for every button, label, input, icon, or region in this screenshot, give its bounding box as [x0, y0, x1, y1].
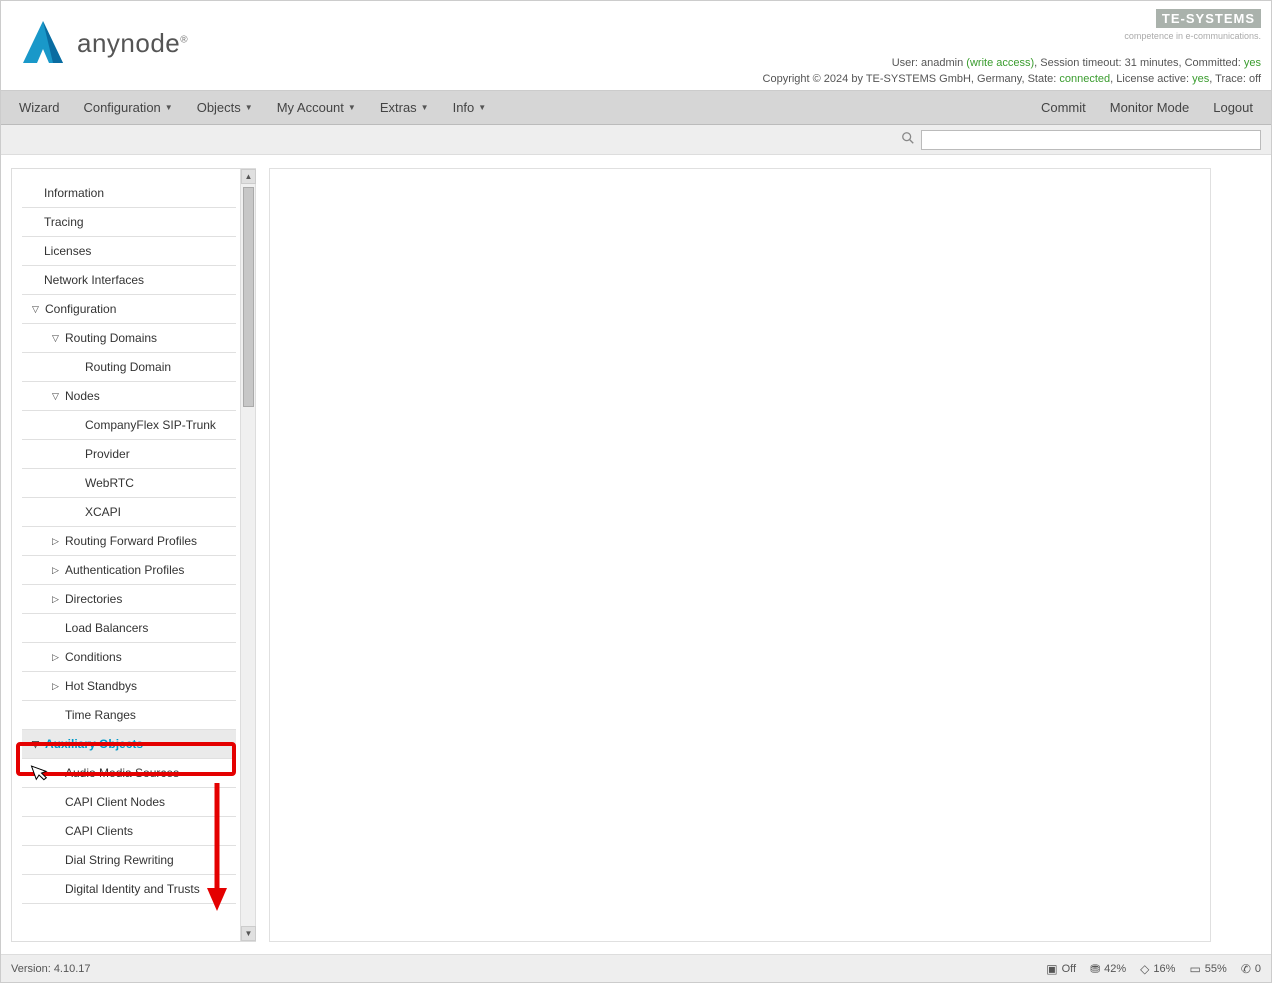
tree-auxiliary-objects[interactable]: ▽Auxiliary Objects: [22, 730, 236, 759]
record-icon: ▣: [1046, 962, 1057, 976]
tree-auth-profiles[interactable]: ▷Authentication Profiles: [22, 556, 236, 585]
search-input[interactable]: [921, 130, 1261, 150]
tree-information[interactable]: Information: [22, 179, 236, 208]
tree-configuration[interactable]: ▽Configuration: [22, 295, 236, 324]
chevron-right-icon: ▷: [52, 652, 62, 663]
tree-audio-media[interactable]: Audio Media Sources: [22, 759, 236, 788]
scrollbar[interactable]: ▲ ▼: [240, 169, 255, 941]
menubar: Wizard Configuration▼ Objects▼ My Accoun…: [1, 91, 1271, 125]
tree-routing-domains[interactable]: ▽Routing Domains: [22, 324, 236, 353]
company-tagline: competence in e-communications.: [1124, 31, 1261, 41]
tree-tracing[interactable]: Tracing: [22, 208, 236, 237]
menu-info[interactable]: Info▼: [441, 91, 499, 124]
chevron-down-icon: ▼: [348, 103, 356, 112]
search-icon: [901, 131, 915, 148]
tree-hot-standbys[interactable]: ▷Hot Standbys: [22, 672, 236, 701]
tree-xcapi[interactable]: XCAPI: [22, 498, 236, 527]
header: anynode® TE-SYSTEMS competence in e-comm…: [1, 1, 1271, 91]
tree-nodes[interactable]: ▽Nodes: [22, 382, 236, 411]
logo-icon: [19, 19, 67, 67]
chevron-down-icon: ▽: [52, 333, 62, 344]
nav-tree: Information Tracing Licenses Network Int…: [12, 169, 240, 904]
chevron-down-icon: ▼: [478, 103, 486, 112]
chevron-right-icon: ▷: [52, 594, 62, 605]
tree-routing-forward[interactable]: ▷Routing Forward Profiles: [22, 527, 236, 556]
tree-digital-identity[interactable]: Digital Identity and Trusts: [22, 875, 236, 904]
menu-wizard[interactable]: Wizard: [7, 91, 71, 124]
menu-logout[interactable]: Logout: [1201, 91, 1265, 124]
body: Information Tracing Licenses Network Int…: [1, 156, 1271, 952]
tree-licenses[interactable]: Licenses: [22, 237, 236, 266]
tree-load-balancers[interactable]: Load Balancers: [22, 614, 236, 643]
cpu-icon: ◇: [1140, 962, 1149, 976]
logo: anynode®: [19, 19, 188, 67]
scroll-up-button[interactable]: ▲: [241, 169, 256, 184]
tree-conditions[interactable]: ▷Conditions: [22, 643, 236, 672]
menu-my-account[interactable]: My Account▼: [265, 91, 368, 124]
status-line: User: anadmin (write access), Session ti…: [892, 57, 1261, 69]
tree-routing-domain[interactable]: Routing Domain: [22, 353, 236, 382]
chevron-down-icon: ▼: [165, 103, 173, 112]
tree-capi-client-nodes[interactable]: CAPI Client Nodes: [22, 788, 236, 817]
chevron-right-icon: ▷: [52, 681, 62, 692]
tree-network-interfaces[interactable]: Network Interfaces: [22, 266, 236, 295]
tree-provider[interactable]: Provider: [22, 440, 236, 469]
tree-capi-clients[interactable]: CAPI Clients: [22, 817, 236, 846]
tree-dial-string[interactable]: Dial String Rewriting: [22, 846, 236, 875]
stat-disk[interactable]: ⛃42%: [1090, 962, 1126, 976]
copyright-line: Copyright © 2024 by TE-SYSTEMS GmbH, Ger…: [763, 73, 1261, 85]
stat-cpu[interactable]: ◇16%: [1140, 962, 1175, 976]
scroll-down-button[interactable]: ▼: [241, 926, 256, 941]
chevron-down-icon: ▽: [32, 304, 42, 315]
company-logo: TE-SYSTEMS: [1156, 9, 1261, 28]
menu-monitor-mode[interactable]: Monitor Mode: [1098, 91, 1201, 124]
stat-recording[interactable]: ▣Off: [1046, 962, 1076, 976]
scroll-thumb[interactable]: [243, 187, 254, 407]
chevron-down-icon: ▽: [32, 739, 42, 750]
menu-configuration[interactable]: Configuration▼: [71, 91, 184, 124]
phone-icon: ✆: [1241, 962, 1251, 976]
sidebar: Information Tracing Licenses Network Int…: [11, 168, 256, 942]
chevron-right-icon: ▷: [52, 565, 62, 576]
chevron-down-icon: ▽: [52, 391, 62, 402]
tree-companyflex[interactable]: CompanyFlex SIP-Trunk: [22, 411, 236, 440]
stat-memory[interactable]: ▭55%: [1189, 962, 1226, 976]
logo-text: anynode®: [77, 28, 188, 59]
tree-webrtc[interactable]: WebRTC: [22, 469, 236, 498]
footer: Version: 4.10.17 ▣Off ⛃42% ◇16% ▭55% ✆0: [1, 954, 1271, 982]
memory-icon: ▭: [1189, 962, 1200, 976]
searchbar: [1, 125, 1271, 155]
chevron-down-icon: ▼: [421, 103, 429, 112]
version-label: Version: 4.10.17: [11, 963, 91, 975]
menu-objects[interactable]: Objects▼: [185, 91, 265, 124]
chevron-right-icon: ▷: [52, 536, 62, 547]
menu-commit[interactable]: Commit: [1029, 91, 1098, 124]
tree-time-ranges[interactable]: Time Ranges: [22, 701, 236, 730]
chevron-down-icon: ▼: [245, 103, 253, 112]
content-pane: [269, 168, 1211, 942]
stat-calls[interactable]: ✆0: [1241, 962, 1261, 976]
disk-icon: ⛃: [1090, 962, 1100, 976]
menu-extras[interactable]: Extras▼: [368, 91, 441, 124]
tree-directories[interactable]: ▷Directories: [22, 585, 236, 614]
